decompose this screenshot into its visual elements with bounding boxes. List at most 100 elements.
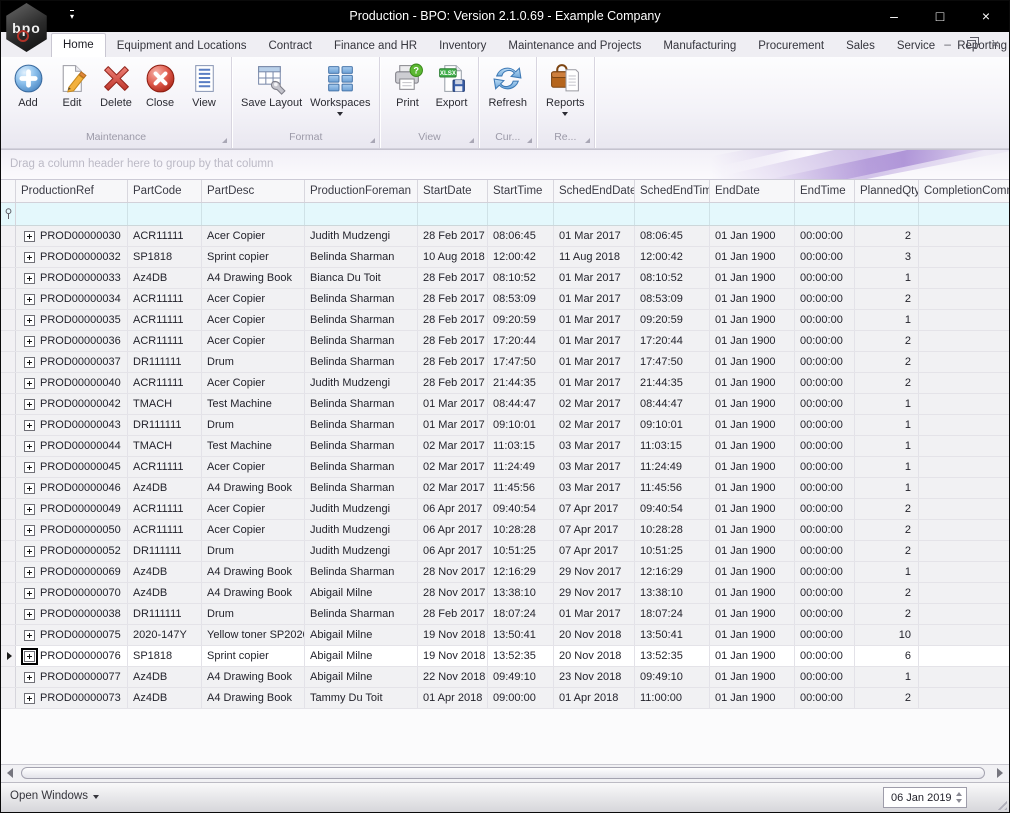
table-row-PROD00000050[interactable]: PROD00000050 ACR11111 Acer Copier Judith Mu… <box>1 520 1009 541</box>
table-row-PROD00000073[interactable]: PROD00000073 Az4DB A4 Drawing Book Tammy Du… <box>1 688 1009 709</box>
expand-row-button[interactable] <box>23 566 35 578</box>
expand-row-button[interactable] <box>23 650 35 662</box>
ribbon-button-refresh[interactable]: Refresh <box>484 60 531 109</box>
filter-cell-startdate[interactable] <box>418 203 488 225</box>
table-row-PROD00000042[interactable]: PROD00000042 TMACH Test Machine Belinda Sha… <box>1 394 1009 415</box>
tab-equipment-and-locations[interactable]: Equipment and Locations <box>106 35 258 57</box>
spin-up-icon[interactable] <box>956 792 962 796</box>
maximize-button[interactable]: □ <box>917 1 963 32</box>
column-header-schedenddate[interactable]: SchedEndDate <box>554 180 635 202</box>
horizontal-scrollbar[interactable] <box>1 764 1009 782</box>
expand-row-button[interactable] <box>23 482 35 494</box>
tab-manufacturing[interactable]: Manufacturing <box>652 35 747 57</box>
spin-down-icon[interactable] <box>956 799 962 803</box>
group-dialog-launcher-icon[interactable] <box>222 138 227 143</box>
ribbon-button-view[interactable]: View <box>182 60 226 109</box>
column-header-completioncomm[interactable]: CompletionComm <box>919 180 1009 202</box>
scroll-left-icon[interactable] <box>7 768 13 778</box>
table-row-PROD00000052[interactable]: PROD00000052 DR111111 Drum Judith Mudzengi 0… <box>1 541 1009 562</box>
expand-row-button[interactable] <box>23 671 35 683</box>
ribbon-button-delete[interactable]: Delete <box>94 60 138 109</box>
table-row-PROD00000033[interactable]: PROD00000033 Az4DB A4 Drawing Book Bianca D… <box>1 268 1009 289</box>
tab-contract[interactable]: Contract <box>257 35 322 57</box>
expand-row-button[interactable] <box>23 356 35 368</box>
group-dialog-launcher-icon[interactable] <box>370 138 376 143</box>
mdi-restore-button[interactable] <box>966 37 979 48</box>
column-header-plannedqty[interactable]: PlannedQty <box>855 180 919 202</box>
ribbon-button-close[interactable]: Close <box>138 60 182 109</box>
expand-row-button[interactable] <box>23 398 35 410</box>
tab-sales[interactable]: Sales <box>835 35 886 57</box>
group-dialog-launcher-icon[interactable] <box>584 138 590 143</box>
table-row-PROD00000045[interactable]: PROD00000045 ACR11111 Acer Copier Belinda S… <box>1 457 1009 478</box>
expand-row-button[interactable] <box>23 629 35 641</box>
filter-cell-completioncomm[interactable] <box>919 203 1009 225</box>
filter-cell-productionforeman[interactable] <box>305 203 418 225</box>
filter-cell-endtime[interactable] <box>795 203 855 225</box>
table-row-PROD00000046[interactable]: PROD00000046 Az4DB A4 Drawing Book Belinda … <box>1 478 1009 499</box>
tab-inventory[interactable]: Inventory <box>428 35 497 57</box>
expand-row-button[interactable] <box>23 251 35 263</box>
table-row-PROD00000069[interactable]: PROD00000069 Az4DB A4 Drawing Book Belinda … <box>1 562 1009 583</box>
scroll-right-icon[interactable] <box>997 768 1003 778</box>
table-row-PROD00000036[interactable]: PROD00000036 ACR11111 Acer Copier Belinda S… <box>1 331 1009 352</box>
tab-procurement[interactable]: Procurement <box>747 35 835 57</box>
table-row-PROD00000077[interactable]: PROD00000077 Az4DB A4 Drawing Book Abigail … <box>1 667 1009 688</box>
table-row-PROD00000030[interactable]: PROD00000030 ACR11111 Acer Copier Judith Mu… <box>1 226 1009 247</box>
group-by-panel[interactable]: Drag a column header here to group by th… <box>1 149 1009 180</box>
tab-finance-and-hr[interactable]: Finance and HR <box>323 35 428 57</box>
column-header-startdate[interactable]: StartDate <box>418 180 488 202</box>
expand-row-button[interactable] <box>23 503 35 515</box>
column-header-enddate[interactable]: EndDate <box>710 180 795 202</box>
column-header-starttime[interactable]: StartTime <box>488 180 554 202</box>
table-row-PROD00000032[interactable]: PROD00000032 SP1818 Sprint copier Belinda S… <box>1 247 1009 268</box>
ribbon-button-add[interactable]: Add <box>6 60 50 109</box>
expand-row-button[interactable] <box>23 377 35 389</box>
expand-row-button[interactable] <box>23 524 35 536</box>
expand-row-button[interactable] <box>23 692 35 704</box>
column-header-productionref[interactable]: ProductionRef <box>16 180 128 202</box>
ribbon-button-save-layout[interactable]: Save Layout <box>237 60 306 109</box>
mdi-minimize-button[interactable]: – <box>944 38 951 50</box>
ribbon-button-workspaces[interactable]: Workspaces <box>306 60 374 116</box>
filter-cell-partcode[interactable] <box>128 203 202 225</box>
column-header-productionforeman[interactable]: ProductionForeman <box>305 180 418 202</box>
expand-row-button[interactable] <box>23 545 35 557</box>
expand-row-button[interactable] <box>23 335 35 347</box>
table-row-PROD00000034[interactable]: PROD00000034 ACR11111 Acer Copier Belinda S… <box>1 289 1009 310</box>
expand-row-button[interactable] <box>23 314 35 326</box>
open-windows-dropdown[interactable]: Open Windows <box>10 790 99 802</box>
filter-cell-plannedqty[interactable] <box>855 203 919 225</box>
table-row-PROD00000035[interactable]: PROD00000035 ACR11111 Acer Copier Belinda S… <box>1 310 1009 331</box>
table-row-PROD00000075[interactable]: PROD00000075 2020-147Y Yellow toner SP2020… <box>1 625 1009 646</box>
filter-cell-partdesc[interactable] <box>202 203 305 225</box>
expand-row-button[interactable] <box>23 440 35 452</box>
table-row-PROD00000038[interactable]: PROD00000038 DR111111 Drum Belinda Sharman 2… <box>1 604 1009 625</box>
expand-row-button[interactable] <box>23 230 35 242</box>
filter-cell-starttime[interactable] <box>488 203 554 225</box>
ribbon-button-export[interactable]: XLSX Export <box>429 60 473 109</box>
column-header-schedendtime[interactable]: SchedEndTime <box>635 180 710 202</box>
table-row-PROD00000043[interactable]: PROD00000043 DR111111 Drum Belinda Sharman 0… <box>1 415 1009 436</box>
column-header-partcode[interactable]: PartCode <box>128 180 202 202</box>
filter-cell-enddate[interactable] <box>710 203 795 225</box>
filter-cell-productionref[interactable] <box>16 203 128 225</box>
close-button[interactable]: × <box>963 1 1009 32</box>
table-row-PROD00000049[interactable]: PROD00000049 ACR11111 Acer Copier Judith Mu… <box>1 499 1009 520</box>
tab-service[interactable]: Service <box>886 35 946 57</box>
table-row-PROD00000040[interactable]: PROD00000040 ACR11111 Acer Copier Judith Mu… <box>1 373 1009 394</box>
table-row-PROD00000044[interactable]: PROD00000044 TMACH Test Machine Belinda Sha… <box>1 436 1009 457</box>
group-dialog-launcher-icon[interactable] <box>527 138 533 143</box>
resize-grip[interactable] <box>994 797 1007 810</box>
ribbon-button-edit[interactable]: Edit <box>50 60 94 109</box>
column-header-endtime[interactable]: EndTime <box>795 180 855 202</box>
expand-row-button[interactable] <box>23 461 35 473</box>
ribbon-button-print[interactable]: ? Print <box>385 60 429 109</box>
mdi-close-button[interactable]: × <box>992 38 999 50</box>
tab-maintenance-and-projects[interactable]: Maintenance and Projects <box>497 35 652 57</box>
date-editor[interactable]: 06 Jan 2019 <box>883 787 967 808</box>
table-row-PROD00000070[interactable]: PROD00000070 Az4DB A4 Drawing Book Abigail … <box>1 583 1009 604</box>
ribbon-button-reports[interactable]: Reports <box>542 60 589 116</box>
table-row-PROD00000037[interactable]: PROD00000037 DR111111 Drum Belinda Sharman 2… <box>1 352 1009 373</box>
expand-row-button[interactable] <box>23 419 35 431</box>
